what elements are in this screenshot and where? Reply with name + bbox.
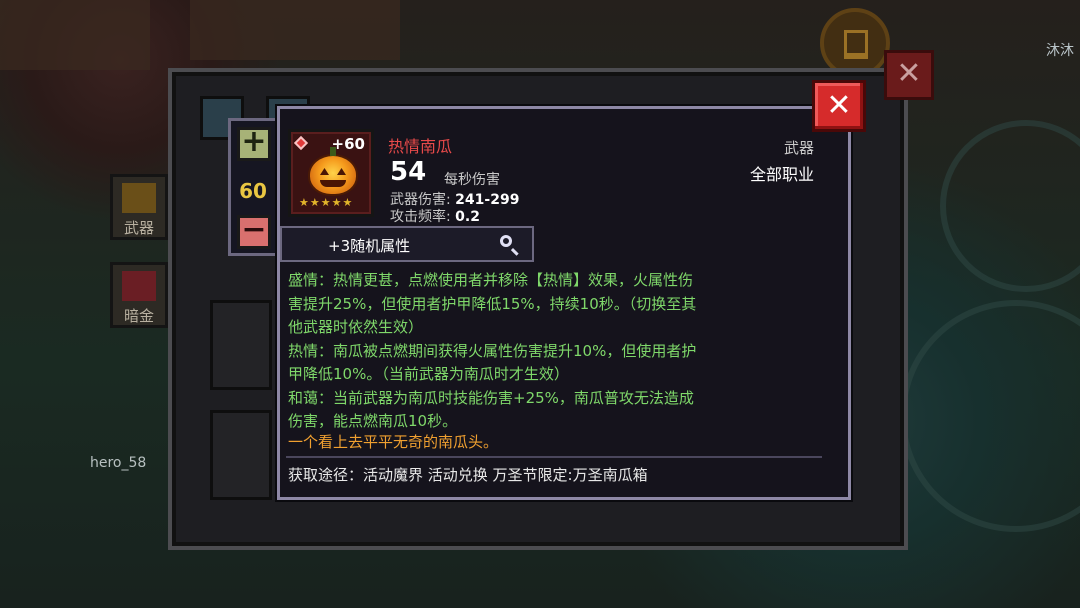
attack-rate-value: 0.2 — [455, 209, 480, 225]
other-player-name: 沐沐 — [1046, 43, 1074, 59]
tab-dark-gold[interactable]: 暗金 — [110, 262, 168, 328]
divider — [286, 456, 822, 458]
dps-value: 54 — [390, 157, 427, 187]
close-icon: ✕ — [826, 88, 852, 123]
tooltip-close-button[interactable]: ✕ — [812, 80, 866, 132]
minus-icon: − — [241, 212, 267, 247]
inventory-close-button[interactable]: ✕ — [884, 50, 934, 100]
background-water-ring — [940, 120, 1080, 292]
gem-icon — [293, 135, 309, 151]
close-icon: ✕ — [896, 56, 922, 91]
background-water-ring — [900, 300, 1080, 532]
tab-label: 暗金 — [123, 307, 154, 325]
enhance-level: +60 — [331, 135, 365, 153]
item-description: 盛情：热情更甚，点燃使用者并移除【热情】效果，火属性伤 害提升25%，但使用者护… — [288, 271, 697, 430]
item-icon-frame: +60 ★★★★★ — [288, 129, 374, 217]
item-name: 热情南瓜 — [388, 137, 453, 156]
inventory-slot[interactable] — [210, 300, 272, 390]
item-tooltip: +60 ★★★★★ 热情南瓜 54 每秒伤害 武器伤害: 241-299 攻击频… — [277, 106, 851, 500]
quantity-value: 60 — [239, 179, 267, 203]
random-attributes-label: +3随机属性 — [328, 237, 411, 255]
background-building — [0, 0, 150, 70]
star-icon: ★★★★★ — [299, 196, 354, 209]
attack-rate: 攻击频率: 0.2 — [390, 206, 480, 226]
plus-icon: + — [241, 124, 267, 159]
item-type: 武器 — [783, 139, 814, 157]
item-flavor-text: 一个看上去平平无奇的南瓜头。 — [288, 433, 499, 451]
dps-label: 每秒伤害 — [444, 172, 500, 188]
inventory-slot[interactable] — [210, 410, 272, 500]
tab-label: 武器 — [123, 219, 154, 237]
tab-weapon[interactable]: 武器 — [110, 174, 168, 240]
random-attributes-button[interactable]: +3随机属性 — [280, 226, 534, 262]
dark-gold-tab-icon — [122, 271, 156, 301]
magnifier-icon — [500, 235, 512, 247]
quantity-stepper: + 60 − — [228, 118, 278, 256]
attack-rate-label: 攻击频率: — [390, 209, 451, 225]
background-building — [190, 0, 400, 60]
player-name: hero_58 — [90, 455, 147, 471]
decrease-button[interactable]: − — [237, 215, 271, 249]
increase-button[interactable]: + — [237, 127, 271, 161]
weapon-tab-icon — [122, 183, 156, 213]
item-source: 获取途径：活动魔界 活动兑换 万圣节限定:万圣南瓜箱 — [288, 466, 648, 484]
pumpkin-icon — [308, 147, 358, 196]
item-class: 全部职业 — [749, 165, 814, 184]
